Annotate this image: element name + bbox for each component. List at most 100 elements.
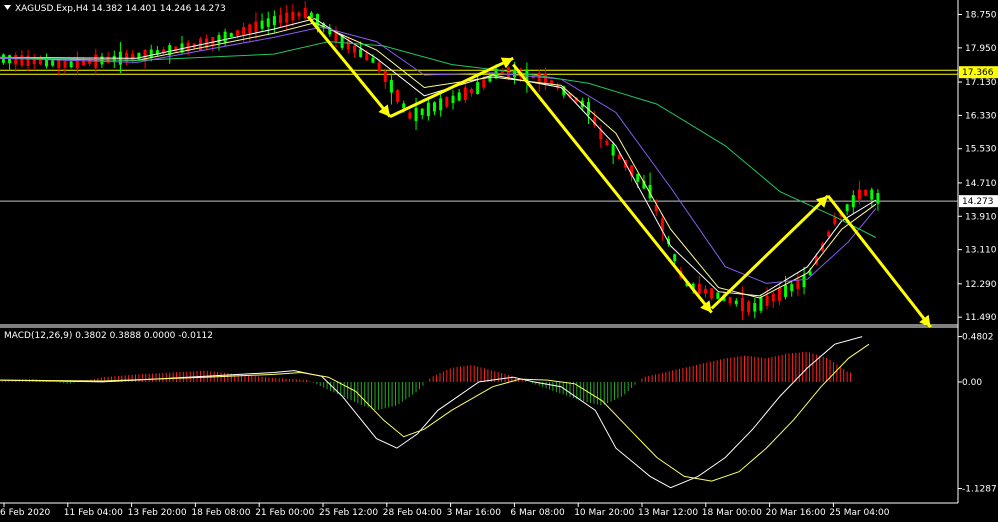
price-tick-label: 14.710	[965, 179, 997, 189]
candle-body	[765, 295, 769, 306]
time-tick-label: 3 Mar 16:00	[447, 508, 502, 518]
candle-body	[51, 60, 55, 66]
symbol-header: XAGUSD.Exp,H4 14.382 14.401 14.246 14.27…	[15, 4, 226, 14]
price-tick-label: 17.130	[965, 78, 997, 88]
candle-body	[365, 52, 369, 61]
price-tick-label: 16.330	[965, 111, 997, 121]
price-tick-label: 13.110	[965, 246, 997, 256]
candle-body	[396, 90, 400, 102]
candle-body	[229, 32, 233, 38]
candle-body	[673, 254, 677, 262]
time-tick-label: 18 Feb 08:00	[191, 508, 250, 518]
candle-body	[845, 204, 849, 212]
chart-terminal: 17.366 14.273 18.750 17.950 17.130 16.330 15.5…	[0, 0, 998, 522]
candle-body	[426, 102, 430, 117]
time-tick-label: 25 Mar 04:00	[829, 508, 889, 518]
candle-body	[864, 189, 868, 196]
candle-body	[389, 80, 393, 93]
candle-body	[14, 54, 18, 65]
macd-tick-label: 0.4802	[962, 333, 994, 343]
price-tick-label: 18.750	[965, 11, 997, 21]
time-tick-label: 21 Feb 00:00	[255, 508, 314, 518]
candle-body	[38, 59, 42, 65]
candle-body	[297, 12, 301, 17]
time-tick-label: 20 Mar 16:00	[766, 508, 826, 518]
candle-body	[857, 189, 861, 200]
candle-body	[771, 293, 775, 302]
time-tick-label: 25 Feb 12:00	[319, 508, 378, 518]
candle-body	[377, 62, 381, 72]
price-tick-label: 17.950	[965, 44, 997, 54]
candle-body	[469, 88, 473, 93]
time-tick-label: 13 Feb 20:00	[128, 508, 187, 518]
candle-body	[827, 231, 831, 237]
candle-body	[433, 102, 437, 112]
time-tick-label: 6 Feb 2020	[0, 508, 51, 518]
candle-body	[346, 41, 350, 50]
candle-body	[734, 300, 738, 305]
candle-body	[703, 288, 707, 294]
time-tick-label: 11 Feb 04:00	[64, 508, 123, 518]
candle-body	[8, 55, 12, 64]
candle-body	[476, 82, 480, 94]
candle-body	[710, 288, 714, 299]
price-panel	[0, 0, 958, 325]
candle-body	[414, 107, 418, 121]
candle-body	[747, 301, 751, 313]
candle-body	[20, 55, 24, 66]
candle-body	[266, 18, 270, 27]
candle-body	[248, 24, 252, 34]
candle-body	[550, 80, 554, 84]
macd-header: MACD(12,26,9) 0.3802 0.3888 0.0000 -0.01…	[4, 331, 213, 341]
price-tick-label: 11.490	[965, 313, 997, 323]
candle-body	[143, 49, 147, 60]
candle-body	[291, 11, 295, 21]
time-tick-label: 10 Mar 20:00	[574, 508, 634, 518]
candle-body	[753, 303, 757, 312]
candle-body	[506, 67, 510, 78]
candle-body	[451, 95, 455, 103]
candle-body	[112, 55, 116, 63]
time-tick-label: 13 Mar 12:00	[638, 508, 698, 518]
candle-body	[420, 108, 424, 116]
level-price-label: 17.366	[962, 68, 994, 78]
candle-body	[383, 71, 387, 83]
macd-tick-label: -1.1287	[962, 485, 997, 495]
candle-body	[833, 217, 837, 225]
candle-body	[790, 284, 794, 292]
candle-body	[254, 21, 258, 32]
candle-body	[303, 7, 307, 19]
price-tick-label: 12.290	[965, 280, 997, 290]
candle-body	[242, 26, 246, 35]
macd-tick-label: 0.00	[962, 378, 982, 388]
candle-body	[740, 298, 744, 312]
candle-body	[728, 297, 732, 304]
candle-body	[211, 37, 215, 46]
candle-body	[352, 45, 356, 53]
chart-canvas[interactable]: 17.366 14.273 18.750 17.950 17.130 16.330 15.5…	[0, 0, 998, 522]
candle-body	[408, 112, 412, 119]
candle-body	[359, 48, 363, 57]
candle-body	[149, 49, 153, 58]
candle-body	[482, 79, 486, 88]
candle-body	[174, 46, 178, 52]
candle-body	[463, 87, 467, 101]
candle-body	[784, 284, 788, 297]
price-tick-label: 13.910	[965, 212, 997, 222]
candle-body	[870, 189, 874, 200]
time-tick-label: 6 Mar 08:00	[510, 508, 565, 518]
candle-body	[759, 297, 763, 311]
candle-body	[513, 69, 517, 78]
candle-body	[217, 35, 221, 44]
candle-body	[223, 31, 227, 43]
current-price-label: 14.273	[962, 197, 994, 207]
candle-body	[611, 144, 615, 156]
candle-body	[63, 60, 67, 68]
candle-body	[69, 61, 73, 68]
candle-body	[439, 98, 443, 111]
candle-body	[777, 287, 781, 301]
candle-body	[808, 271, 812, 276]
candle-body	[402, 103, 406, 109]
price-tick-label: 15.530	[965, 145, 997, 155]
candle-body	[235, 30, 239, 36]
